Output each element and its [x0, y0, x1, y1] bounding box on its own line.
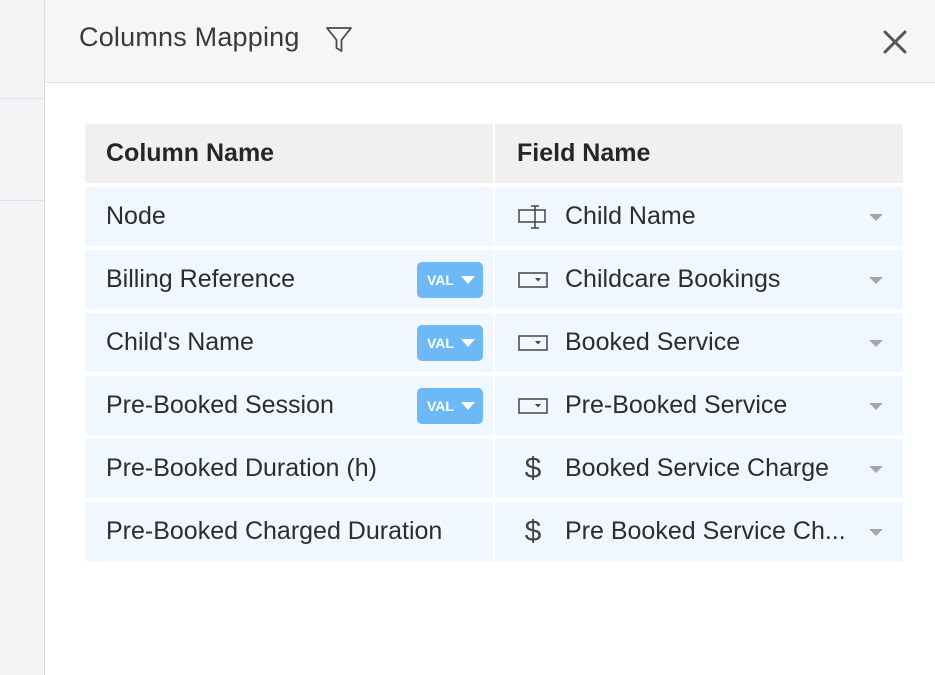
field-select[interactable]: Pre-Booked Service	[495, 376, 903, 435]
chevron-down-icon[interactable]	[869, 403, 883, 410]
table-row: Child's Name VAL Booked Service	[85, 313, 903, 372]
table-row: Billing Reference VAL Childcare Bookings	[85, 250, 903, 309]
chevron-down-icon[interactable]	[869, 214, 883, 221]
column-name-cell: Pre-Booked Charged Duration	[85, 502, 493, 561]
field-name-header: Field Name	[495, 124, 903, 183]
column-name-cell: Child's Name VAL	[85, 313, 493, 372]
table-row: Pre-Booked Charged Duration $ Pre Booked…	[85, 502, 903, 561]
dollar-icon: $	[524, 514, 542, 548]
table-row: Node Child Name	[85, 187, 903, 246]
column-name-text: Pre-Booked Session	[106, 391, 334, 419]
columns-mapping-panel: Columns Mapping Column Name Field Name N…	[44, 0, 935, 675]
val-dropdown-button[interactable]: VAL	[417, 325, 483, 361]
divider	[0, 200, 44, 201]
dropdown-field-icon	[517, 391, 549, 421]
table-header: Column Name Field Name	[85, 124, 903, 183]
val-label: VAL	[427, 335, 454, 351]
field-name-text: Booked Service Charge	[565, 454, 830, 482]
text-field-icon	[517, 202, 549, 232]
table-row: Pre-Booked Duration (h) $ Booked Service…	[85, 439, 903, 498]
field-select[interactable]: Childcare Bookings	[495, 250, 903, 309]
field-select[interactable]: Child Name	[495, 187, 903, 246]
column-name-cell: Billing Reference VAL	[85, 250, 493, 309]
field-name-text: Pre-Booked Service	[565, 391, 788, 419]
val-dropdown-button[interactable]: VAL	[417, 388, 483, 424]
column-name-cell: Pre-Booked Duration (h)	[85, 439, 493, 498]
val-dropdown-button[interactable]: VAL	[417, 262, 483, 298]
field-select[interactable]: $ Pre Booked Service Ch...	[495, 502, 903, 561]
mapping-table: Column Name Field Name Node Child Name B…	[85, 124, 903, 561]
filter-icon[interactable]	[325, 25, 353, 55]
dropdown-field-icon	[517, 328, 549, 358]
val-label: VAL	[427, 398, 454, 414]
field-name-text: Booked Service	[565, 328, 741, 356]
table-row: Pre-Booked Session VAL Pre-Booked Servic…	[85, 376, 903, 435]
field-select[interactable]: Booked Service	[495, 313, 903, 372]
caret-down-icon	[461, 276, 475, 284]
column-name-cell: Node	[85, 187, 493, 246]
column-name-text: Billing Reference	[106, 265, 295, 293]
close-icon[interactable]	[881, 28, 909, 56]
column-name-text: Pre-Booked Charged Duration	[106, 517, 443, 545]
field-name-text: Child Name	[565, 202, 696, 230]
caret-down-icon	[461, 402, 475, 410]
column-name-text: Node	[106, 202, 166, 230]
chevron-down-icon[interactable]	[869, 529, 883, 536]
field-select[interactable]: $ Booked Service Charge	[495, 439, 903, 498]
column-name-header: Column Name	[85, 124, 493, 183]
panel-title: Columns Mapping	[79, 22, 300, 52]
divider	[0, 98, 44, 99]
caret-down-icon	[461, 339, 475, 347]
background-left-panel	[0, 0, 44, 675]
chevron-down-icon[interactable]	[869, 277, 883, 284]
val-label: VAL	[427, 272, 454, 288]
chevron-down-icon[interactable]	[869, 466, 883, 473]
column-name-text: Child's Name	[106, 328, 254, 356]
panel-header: Columns Mapping	[45, 0, 935, 83]
field-name-text: Childcare Bookings	[565, 265, 781, 293]
dollar-icon: $	[524, 451, 542, 485]
chevron-down-icon[interactable]	[869, 340, 883, 347]
dropdown-field-icon	[517, 265, 549, 295]
column-name-text: Pre-Booked Duration (h)	[106, 454, 377, 482]
column-name-cell: Pre-Booked Session VAL	[85, 376, 493, 435]
field-name-text: Pre Booked Service Ch...	[565, 517, 846, 545]
